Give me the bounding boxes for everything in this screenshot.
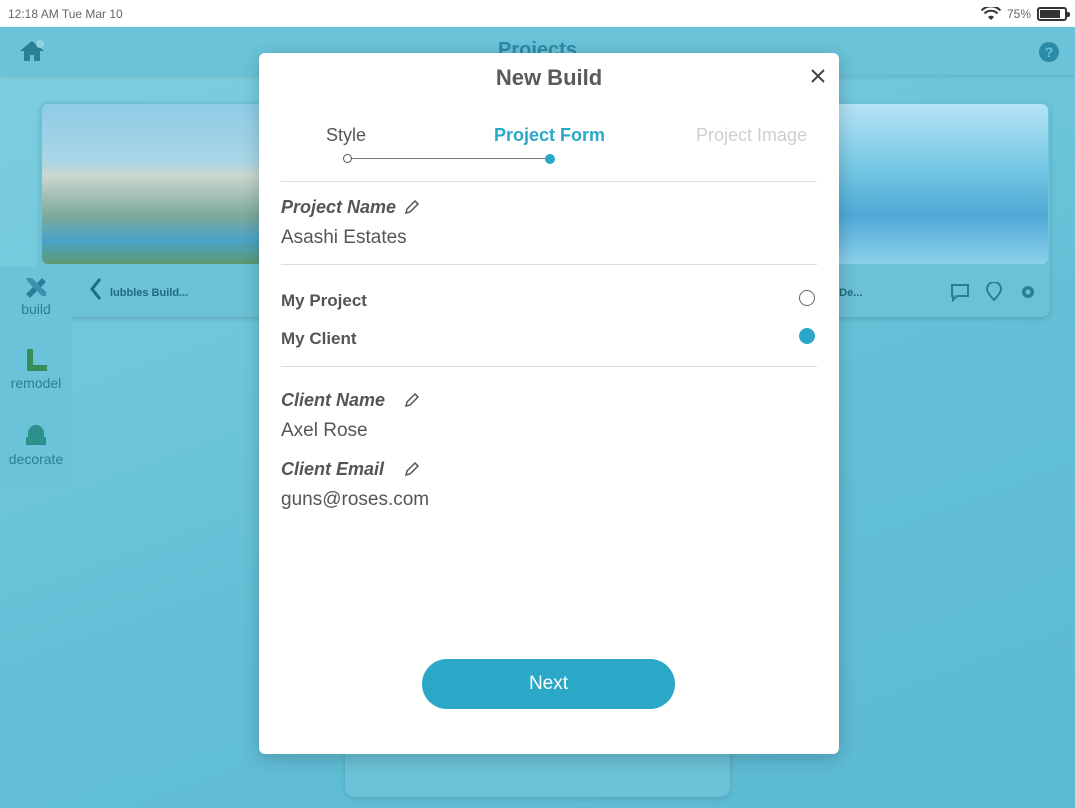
step-progress-line [347, 158, 549, 159]
nav-decorate[interactable]: decorate [0, 423, 72, 467]
edit-client-name-icon[interactable] [404, 392, 420, 408]
help-icon[interactable]: ? [1039, 42, 1059, 62]
project-name-label: Project Name [281, 197, 397, 217]
nav-label: decorate [8, 451, 64, 467]
edit-client-email-icon[interactable] [404, 461, 420, 477]
step-project-form[interactable]: Project Form [494, 125, 605, 146]
gear-icon[interactable] [1018, 282, 1038, 302]
client-name-label: Client Name [281, 390, 386, 410]
chat-icon[interactable] [950, 282, 970, 302]
client-email-value[interactable]: guns@roses.com [281, 489, 429, 511]
edit-project-name-icon[interactable] [404, 199, 420, 215]
step-style[interactable]: Style [326, 125, 366, 146]
divider [281, 181, 817, 182]
client-name-value[interactable]: Axel Rose [281, 420, 368, 442]
step-dot-style [343, 154, 352, 163]
battery-icon [1037, 6, 1070, 21]
step-project-image: Project Image [696, 125, 808, 145]
close-icon[interactable] [807, 65, 829, 87]
my-project-label[interactable]: My Project [281, 291, 367, 311]
ruler-pencil-icon [26, 278, 46, 298]
status-right: 75% [980, 6, 1070, 21]
project-card-caption: lubbles Build... [110, 287, 189, 299]
step-indicator: Style Project Form Project Image [281, 123, 817, 164]
battery-percent: 75% [1006, 6, 1031, 21]
modal-title: New Build [495, 65, 603, 90]
my-client-radio[interactable] [799, 328, 815, 344]
project-name-value[interactable]: Asashi Estates [281, 227, 407, 249]
status-bar: 12:18 AM Tue Mar 10 75% [0, 0, 1075, 27]
chevron-left-icon[interactable] [82, 269, 110, 309]
nav-label: build [21, 301, 51, 317]
new-build-modal: New Build Style Project Form Project Ima… [259, 53, 839, 754]
wifi-icon [980, 6, 1001, 20]
step-dot-project-form [545, 154, 555, 164]
divider [281, 264, 817, 265]
divider [281, 366, 817, 367]
location-pin-icon[interactable] [984, 282, 1004, 302]
side-nav: build remodel decorate [0, 267, 72, 487]
client-email-label: Client Email [281, 459, 385, 479]
next-button[interactable]: Next [422, 659, 675, 709]
nav-label: remodel [10, 375, 62, 391]
nav-remodel[interactable]: remodel [0, 347, 72, 391]
nav-build[interactable]: build [0, 273, 72, 317]
my-client-label[interactable]: My Client [281, 329, 357, 349]
my-project-radio[interactable] [799, 290, 815, 306]
ruler-icon [27, 349, 47, 371]
card-actions [950, 282, 1038, 302]
status-time: 12:18 AM Tue Mar 10 [8, 6, 123, 21]
armchair-icon [26, 425, 46, 445]
